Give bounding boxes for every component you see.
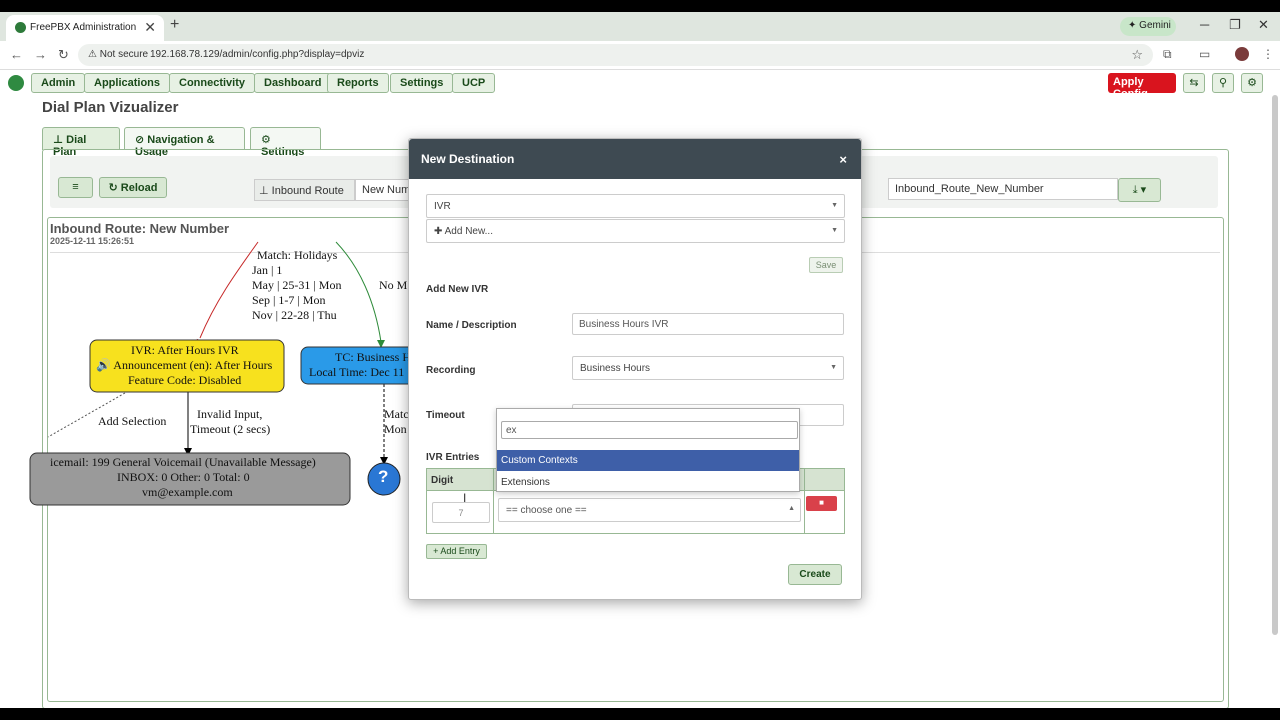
edge-no-match (335, 241, 382, 343)
name-label: Name / Description (426, 320, 517, 331)
ivr-announcement-text: Announcement (en): After Hours (113, 358, 273, 372)
tc-node-time: Local Time: Dec 11 (309, 365, 405, 379)
question-icon[interactable]: ? (378, 468, 388, 485)
name-input[interactable]: Business Hours IVR (572, 313, 844, 335)
dropdown-search-input[interactable]: ex (501, 421, 798, 439)
chevron-down-icon: ▼ (831, 227, 838, 234)
option-custom-contexts[interactable]: Custom Contexts (497, 450, 799, 471)
digit-header: Digit (431, 475, 454, 486)
plus-icon: ✚ (434, 226, 443, 237)
holidays-may: May | 25-31 | Mon (252, 278, 342, 292)
digit-input[interactable]: 7 (432, 502, 490, 523)
timeout-field-label: Timeout (426, 410, 465, 421)
save-button[interactable]: Save (809, 257, 843, 273)
recording-value: Business Hours (580, 363, 651, 374)
chevron-up-icon: ▲ (788, 505, 795, 512)
modal-close-icon[interactable]: × (839, 152, 847, 167)
ivr-node-title: IVR: After Hours IVR (131, 343, 239, 357)
new-destination-modal: New Destination × IVR ▼ ✚ Add New... ▼ S… (408, 138, 862, 600)
modal-header: New Destination × (409, 139, 861, 179)
tc-match-label: Matc (384, 407, 409, 421)
vm-node-clip: icemail: 199 General Voicemail (Unavaila… (50, 453, 350, 505)
chevron-down-icon: ▼ (831, 202, 838, 209)
destination-type-select[interactable]: IVR ▼ (426, 194, 845, 218)
holidays-sep: Sep | 1-7 | Mon (252, 293, 326, 307)
add-selection-label: Add Selection (98, 414, 167, 428)
recording-select[interactable]: Business Hours ▼ (572, 356, 844, 380)
holidays-jan: Jan | 1 (252, 263, 283, 277)
destination-choose-select[interactable]: == choose one == ▲ (498, 498, 801, 522)
ivr-node-feature: Feature Code: Disabled (128, 373, 242, 387)
holidays-nov: Nov | 22-28 | Thu (252, 308, 337, 322)
destination-type-value: IVR (434, 201, 451, 212)
tc-match-mon: Mon (384, 422, 407, 436)
no-match-label: No M (379, 278, 408, 292)
column-divider (804, 469, 805, 533)
delete-entry-button[interactable]: ■ (806, 496, 837, 511)
trash-icon: ■ (819, 498, 824, 507)
destination-dropdown: ex Custom Contexts Extensions (496, 408, 800, 492)
create-button[interactable]: Create (788, 564, 842, 585)
modal-title: New Destination (421, 152, 515, 166)
chevron-down-icon: ▼ (830, 364, 837, 371)
recording-label: Recording (426, 365, 476, 376)
speaker-icon: 🔊 (96, 358, 111, 372)
text-cursor-icon: I (463, 491, 467, 505)
ivr-node-announcement: 🔊 Announcement (en): After Hours (96, 358, 272, 373)
screen: FreePBX Administration ✕ + ✦ Gemini ─ ❐ … (0, 12, 1280, 708)
column-divider (493, 469, 494, 533)
invalid-input-label: Invalid Input, (197, 407, 263, 421)
holidays-match: Match: Holidays (257, 248, 338, 262)
timeout-label: Timeout (2 secs) (190, 422, 271, 436)
vm-node-email: vm@example.com (142, 485, 233, 499)
choose-value: == choose one == (506, 505, 587, 516)
add-entry-button[interactable]: + Add Entry (426, 544, 487, 559)
add-new-select[interactable]: ✚ Add New... ▼ (426, 219, 845, 243)
vm-node-counts: INBOX: 0 Other: 0 Total: 0 (117, 470, 250, 484)
section-title: Add New IVR (426, 284, 489, 295)
page-scrollbar[interactable] (1272, 95, 1278, 635)
vm-node-title: icemail: 199 General Voicemail (Unavaila… (50, 455, 316, 469)
edge-holidays (199, 241, 259, 339)
ivr-entries-label: IVR Entries (426, 452, 480, 463)
option-extensions[interactable]: Extensions (497, 472, 799, 493)
add-new-label: Add New... (444, 226, 493, 237)
